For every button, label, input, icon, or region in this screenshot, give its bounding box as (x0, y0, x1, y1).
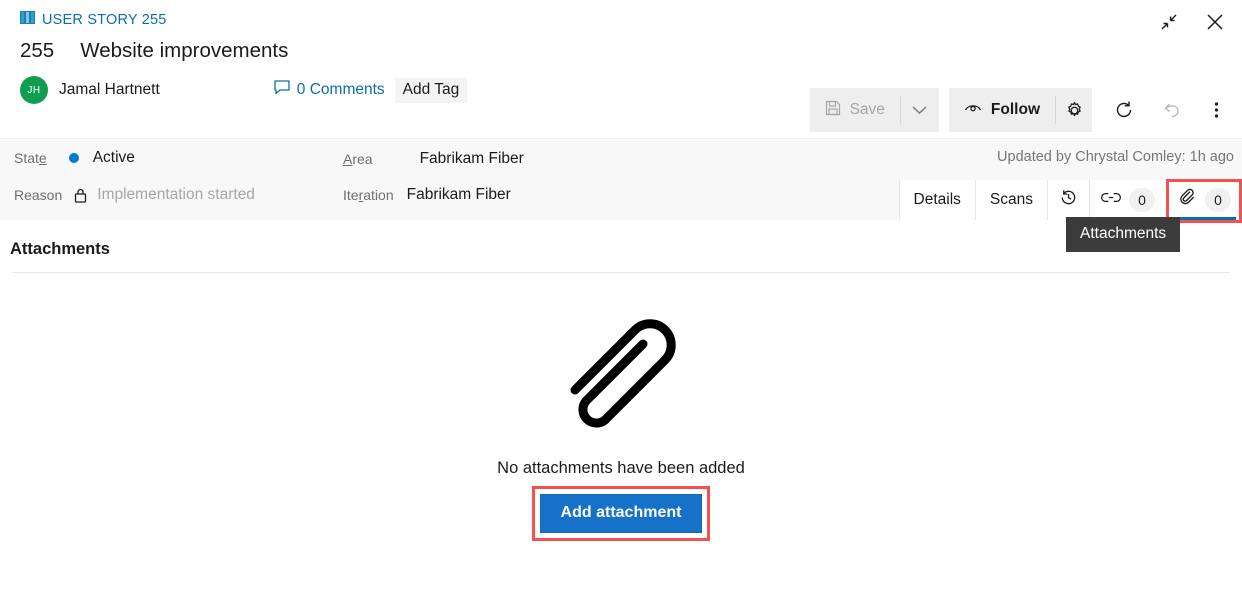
save-button-group: Save (809, 88, 939, 132)
window-controls (1152, 6, 1232, 38)
section-title: Attachments (10, 240, 110, 258)
user-story-book-icon (20, 11, 35, 29)
field-area-value: Fabrikam Fiber (419, 150, 524, 167)
save-options-chevron-down-icon[interactable] (901, 88, 939, 132)
save-label: Save (849, 101, 885, 118)
tab-details[interactable]: Details (900, 180, 976, 220)
work-item-title[interactable]: Website improvements (80, 39, 288, 63)
work-item-dialog: USER STORY 255 255 Website improvements … (0, 0, 1242, 603)
work-item-title-row: 255 Website improvements (20, 39, 1242, 63)
paperclip-icon (1178, 188, 1197, 212)
comments-link[interactable]: 0 Comments (274, 80, 385, 100)
work-item-type-row: USER STORY 255 (20, 0, 1242, 30)
follow-button-group: Follow (948, 88, 1092, 132)
tab-attachments[interactable]: 0 (1167, 180, 1242, 220)
add-tag-button[interactable]: Add Tag (394, 77, 468, 103)
state-status-dot (68, 153, 79, 163)
link-icon (1101, 191, 1121, 209)
collapse-arrows-icon[interactable] (1152, 6, 1186, 38)
tab-links-count: 0 (1129, 188, 1155, 212)
add-attachment-button[interactable]: Add attachment (539, 494, 703, 533)
save-button[interactable]: Save (810, 88, 900, 132)
undo-icon[interactable] (1148, 88, 1196, 132)
history-clock-icon (1059, 188, 1078, 212)
work-item-toolbar: Save Follow (809, 88, 1236, 132)
field-reason: Reason Implementation started (14, 186, 255, 204)
save-floppy-icon (825, 100, 841, 121)
field-area[interactable]: Area Fabrikam Fiber (343, 150, 524, 168)
paperclip-large-icon (551, 300, 691, 445)
field-reason-value: Implementation started (97, 186, 255, 203)
follow-button[interactable]: Follow (949, 88, 1055, 132)
tab-details-label: Details (913, 191, 961, 208)
attachments-section: Attachments (0, 228, 1242, 273)
field-area-label: Area (343, 151, 373, 167)
comments-count-label: 0 Comments (296, 81, 385, 98)
tab-links[interactable]: 0 (1090, 180, 1167, 220)
gear-icon[interactable] (1056, 88, 1092, 132)
field-state-value: Active (92, 149, 135, 166)
more-vertical-icon[interactable] (1196, 88, 1236, 132)
field-iteration[interactable]: Iteration Fabrikam Fiber (343, 186, 511, 204)
eye-icon (964, 101, 982, 119)
empty-state-message: No attachments have been added (497, 459, 745, 477)
tab-scans-label: Scans (989, 191, 1033, 208)
tab-attachments-count: 0 (1205, 188, 1231, 212)
work-item-tab-bar: Details Scans 0 0 (898, 180, 1242, 220)
tab-scans[interactable]: Scans (976, 180, 1048, 220)
field-iteration-value: Fabrikam Fiber (406, 186, 511, 203)
field-iteration-label: Iteration (343, 187, 394, 203)
close-icon[interactable] (1198, 6, 1232, 38)
last-updated-text: Updated by Chrystal Comley: 1h ago (997, 149, 1234, 165)
assigned-to[interactable]: JH Jamal Hartnett (20, 76, 160, 104)
comment-bubble-icon (274, 80, 290, 100)
refresh-icon[interactable] (1100, 88, 1148, 132)
attachments-empty-state: No attachments have been added Add attac… (0, 300, 1242, 541)
add-attachment-wrapper: Add attachment (531, 486, 711, 541)
field-reason-label: Reason (14, 187, 63, 203)
work-item-id: 255 (20, 39, 55, 62)
assignee-name: Jamal Hartnett (59, 81, 160, 98)
field-state-label: State (14, 150, 47, 166)
work-item-type-label: USER STORY 255 (42, 12, 167, 28)
section-divider (12, 272, 1230, 273)
tab-history[interactable] (1048, 180, 1090, 220)
avatar: JH (20, 76, 48, 104)
field-state[interactable]: State Active (14, 149, 135, 167)
follow-label: Follow (990, 101, 1040, 118)
lock-icon (74, 188, 87, 203)
